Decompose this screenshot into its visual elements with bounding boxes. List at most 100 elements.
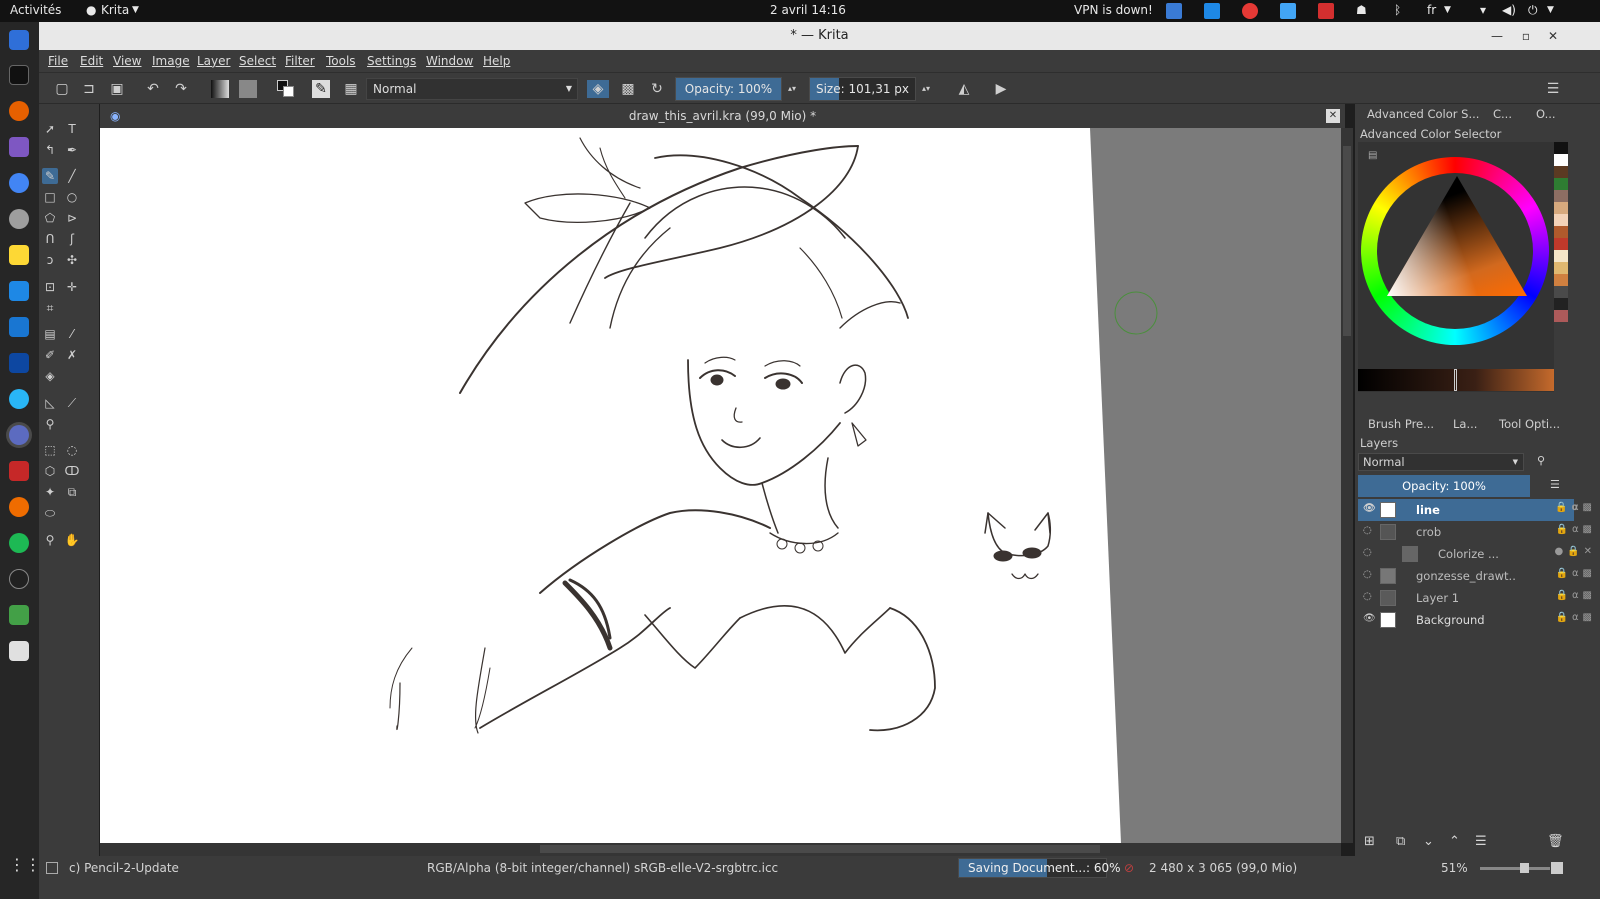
layer-flags-icon[interactable]: ●🔒✕ (1554, 546, 1596, 557)
eye-icon[interactable]: 👁 (1363, 613, 1376, 626)
menu-image[interactable]: Image (152, 54, 190, 68)
blend-mode-select[interactable]: Normal ▼ (366, 78, 578, 100)
blender-icon[interactable] (9, 497, 29, 517)
move-layer-up-icon[interactable]: ⌃ (1449, 834, 1460, 849)
menu-help[interactable]: Help (483, 54, 510, 68)
color-selector-area[interactable]: ▤ (1358, 142, 1554, 392)
similar-select-tool-icon[interactable]: ⧉ (64, 484, 80, 500)
eye-icon[interactable]: ◌ (1363, 591, 1376, 604)
network-icon[interactable]: ▾ (1480, 3, 1486, 17)
spotify-icon[interactable] (9, 533, 29, 553)
menu-tools[interactable]: Tools (326, 54, 356, 68)
tab-layers[interactable]: La... (1453, 417, 1477, 437)
color-history-strip[interactable] (1554, 142, 1568, 392)
fill-tool-icon[interactable]: ◈ (42, 368, 58, 384)
firefox-icon[interactable] (9, 101, 29, 121)
layer-row[interactable]: 👁 line 🔒⍺▩ (1358, 499, 1592, 521)
undo-icon[interactable]: ↶ (144, 80, 162, 98)
layer-flags-icon[interactable]: 🔒⍺▩ (1556, 524, 1597, 535)
filezilla-icon[interactable] (9, 461, 29, 481)
menu-filter[interactable]: Filter (285, 54, 315, 68)
ellipse-tool-icon[interactable]: ○ (64, 189, 80, 205)
eye-icon[interactable]: ◌ (1363, 525, 1376, 538)
layer-row[interactable]: 👁 Background 🔒⍺▩ (1358, 609, 1592, 631)
brush-preset-icon[interactable]: ✎ (312, 80, 330, 98)
eye-icon[interactable]: ◌ (1363, 569, 1376, 582)
gradient-icon[interactable] (211, 80, 229, 98)
delete-layer-icon[interactable]: 🗑 (1547, 834, 1564, 849)
document-tab[interactable]: ◉ draw_this_avril.kra (99,0 Mio) * ✕ (100, 104, 1345, 128)
pan-tool-icon[interactable]: ✋ (64, 532, 80, 548)
canvas-horizontal-scrollbar[interactable] (100, 843, 1341, 856)
stepper-icon[interactable]: ▴▾ (917, 80, 935, 98)
layer-row[interactable]: ◌ Layer 1 🔒⍺▩ (1358, 587, 1592, 609)
line-tool-icon[interactable]: ╱ (64, 168, 80, 184)
user-icon[interactable]: ☗ (1356, 3, 1367, 17)
app-icon[interactable] (9, 281, 29, 301)
save-icon[interactable]: ▣ (108, 80, 126, 98)
layer-row[interactable]: ◌ crob 🔒⍺▩ (1358, 521, 1592, 543)
measure-tool-icon[interactable]: ⟋ (64, 395, 80, 411)
mirror-horizontal-icon[interactable]: ◭ (955, 80, 973, 98)
settings-icon[interactable] (9, 209, 29, 229)
tray-app-icon[interactable] (1204, 3, 1220, 19)
minimize-icon[interactable]: — (1491, 22, 1503, 50)
canvas-vertical-scrollbar[interactable] (1341, 128, 1353, 843)
color-settings-icon[interactable]: ▤ (1368, 150, 1377, 161)
rectangle-tool-icon[interactable]: □ (42, 189, 58, 205)
add-layer-icon[interactable]: ⊞ (1364, 834, 1375, 849)
maximize-icon[interactable]: ▫ (1522, 22, 1530, 50)
zoom-slider[interactable] (1480, 863, 1550, 873)
shield-icon[interactable] (9, 317, 29, 337)
layer-properties-icon[interactable]: ☰ (1475, 834, 1487, 849)
files-icon[interactable] (9, 30, 29, 50)
tray-app-icon[interactable] (1166, 3, 1182, 19)
tab-tool-options[interactable]: Tool Opti... (1499, 417, 1560, 437)
open-folder-icon[interactable]: ⊐ (80, 80, 98, 98)
pattern-icon[interactable] (239, 80, 257, 98)
bezier-tool-icon[interactable]: ᑎ (42, 231, 58, 247)
notes-icon[interactable] (9, 245, 29, 265)
menu-settings[interactable]: Settings (367, 54, 416, 68)
tab-c[interactable]: C... (1493, 107, 1512, 127)
smart-patch-tool-icon[interactable]: ✗ (64, 347, 80, 363)
gradient-tool-icon[interactable]: ▤ (42, 326, 58, 342)
polygon-select-tool-icon[interactable]: ⬡ (42, 463, 58, 479)
tab-brush-presets[interactable]: Brush Pre... (1368, 417, 1434, 437)
layer-flags-icon[interactable]: 🔒⍺▩ (1555, 502, 1596, 513)
workspace-icon[interactable]: ▦ (342, 80, 360, 98)
zoom-level[interactable]: 51% (1441, 861, 1468, 875)
lock-icon[interactable] (9, 569, 29, 589)
bluetooth-icon[interactable]: ᛒ (1394, 3, 1401, 17)
crop-tool-icon[interactable]: ⌗ (42, 300, 58, 316)
panel-menu-icon[interactable]: ☰ (1544, 80, 1562, 98)
assistant-tool-icon[interactable]: ◺ (42, 395, 58, 411)
layer-opacity-slider[interactable]: Opacity: 100% (1358, 475, 1530, 497)
text-tool-icon[interactable]: T (64, 121, 80, 137)
bezier-select-tool-icon[interactable]: ⬭ (42, 505, 58, 521)
layer-flags-icon[interactable]: 🔒⍺▩ (1556, 568, 1597, 579)
select-shapes-tool-icon[interactable]: ➚ (42, 121, 58, 137)
stepper-icon[interactable]: ▴▾ (783, 80, 801, 98)
menu-view[interactable]: View (113, 54, 141, 68)
reference-tool-icon[interactable]: ⚲ (42, 416, 58, 432)
menu-edit[interactable]: Edit (80, 54, 103, 68)
krita-icon[interactable] (9, 425, 29, 445)
zoom-tool-icon[interactable]: ⚲ (42, 532, 58, 548)
mirror-vertical-icon[interactable]: ▶ (992, 80, 1010, 98)
move-layer-down-icon[interactable]: ⌄ (1423, 834, 1434, 849)
activities-button[interactable]: Activités (10, 3, 61, 17)
volume-icon[interactable]: ◀) (1502, 3, 1516, 17)
layer-row[interactable]: ◌ gonzesse_drawt... 🔒⍺▩ (1358, 565, 1592, 587)
usb-drive-icon[interactable] (9, 641, 29, 661)
polyline-tool-icon[interactable]: ⊳ (64, 210, 80, 226)
eye-icon[interactable]: 👁 (1363, 503, 1376, 516)
menu-select[interactable]: Select (239, 54, 276, 68)
ellipse-select-tool-icon[interactable]: ◌ (64, 442, 80, 458)
app-menu-button[interactable]: Krita (101, 3, 129, 17)
close-icon[interactable]: ✕ (1548, 22, 1558, 50)
redo-icon[interactable]: ↷ (172, 80, 190, 98)
canvas-viewport[interactable] (100, 128, 1341, 843)
app-grid-icon[interactable]: ⋮⋮ (9, 855, 41, 875)
tab-advanced-color-selector[interactable]: Advanced Color S... (1367, 107, 1479, 127)
